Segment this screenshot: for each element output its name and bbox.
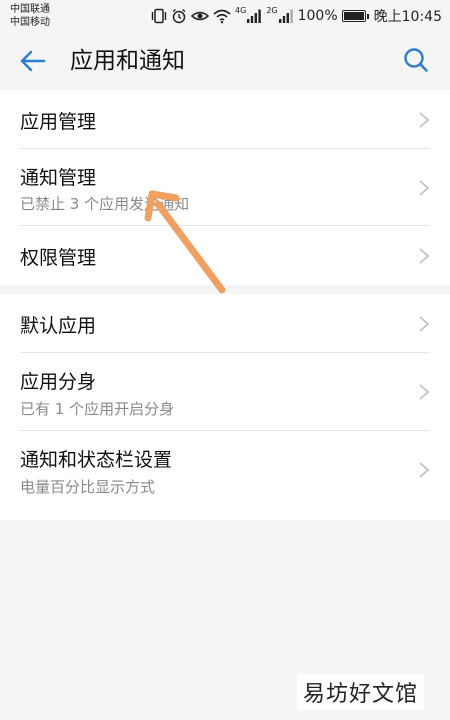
carrier-1: 中国联通 [10, 4, 50, 15]
vibrate-icon [151, 8, 167, 24]
settings-item-notification-management[interactable]: 通知管理 已禁止 3 个应用发送通知 [0, 149, 450, 226]
app-bar: 应用和通知 [0, 32, 450, 90]
settings-item-title: 通知和状态栏设置 [20, 449, 173, 471]
alarm-icon [172, 8, 186, 24]
settings-item-app-twin[interactable]: 应用分身 已有 1 个应用开启分身 [0, 353, 450, 431]
network-type-1: 4G [235, 6, 247, 15]
settings-item-subtitle: 电量百分比显示方式 [20, 478, 156, 496]
signal-icon [247, 9, 262, 23]
carrier-2: 中国移动 [10, 17, 50, 28]
settings-item-default-apps[interactable]: 默认应用 [0, 294, 450, 353]
battery-icon [341, 10, 369, 22]
settings-item-title: 应用管理 [20, 111, 97, 133]
carrier-labels: 中国联通 中国移动 [10, 3, 50, 29]
chevron-right-icon [419, 384, 430, 400]
chevron-right-icon [419, 112, 430, 128]
chevron-right-icon [419, 316, 430, 332]
settings-item-title: 通知管理 [20, 167, 97, 189]
settings-item-permission-management[interactable]: 权限管理 [0, 226, 450, 285]
status-bar: 中国联通 中国移动 4G 2G 100% 晚上10:45 [0, 0, 450, 32]
settings-group-2: 默认应用 应用分身 已有 1 个应用开启分身 通知和状态栏设置 电量百分比显示方… [0, 294, 450, 520]
chevron-right-icon [419, 180, 430, 196]
clock: 晚上10:45 [373, 9, 442, 25]
network-type-2: 2G [266, 6, 278, 15]
chevron-right-icon [419, 462, 430, 478]
back-button[interactable] [18, 48, 48, 74]
arrow-left-icon [20, 50, 46, 72]
settings-item-title: 默认应用 [20, 315, 97, 337]
settings-item-subtitle: 已有 1 个应用开启分身 [20, 400, 175, 418]
chevron-right-icon [419, 248, 430, 264]
settings-item-notification-status-bar[interactable]: 通知和状态栏设置 电量百分比显示方式 [0, 431, 450, 509]
status-icons: 4G 2G 100% 晚上10:45 [151, 6, 442, 26]
settings-item-app-management[interactable]: 应用管理 [0, 90, 450, 149]
search-icon [404, 48, 428, 72]
settings-item-title: 应用分身 [20, 371, 97, 393]
battery-percent: 100% [297, 8, 338, 24]
page-title: 应用和通知 [70, 48, 185, 74]
watermark: 易坊好文馆 [296, 674, 424, 710]
search-button[interactable] [402, 46, 430, 74]
eye-icon [191, 11, 210, 21]
wifi-icon [213, 9, 231, 24]
settings-item-subtitle: 已禁止 3 个应用发送通知 [20, 195, 190, 213]
settings-item-title: 权限管理 [20, 247, 97, 269]
signal-icon [278, 9, 293, 23]
settings-group-1: 应用管理 通知管理 已禁止 3 个应用发送通知 权限管理 [0, 90, 450, 285]
